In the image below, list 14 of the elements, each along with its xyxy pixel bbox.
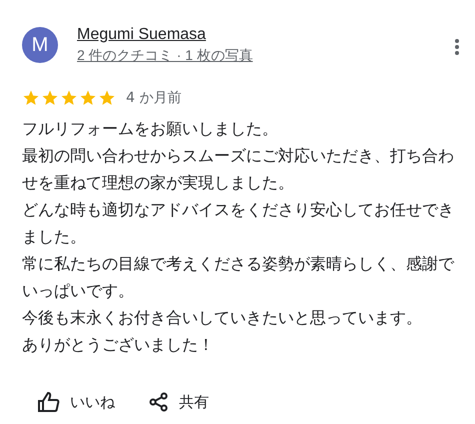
review-text: フルリフォームをお願いしました。 xyxy=(22,118,279,140)
review-text: 最初の問い合わせからスムーズにご対応いただき、打ち合わせを重ねて理想の家が実現しました。 xyxy=(22,145,455,194)
review-text: 今後も末永くお付き合いしていきたいと思っています。 xyxy=(22,307,423,329)
share-button[interactable]: 共有 xyxy=(147,388,211,416)
share-icon xyxy=(149,392,169,412)
review-text: ありがとうございました！ xyxy=(22,334,215,356)
review-date: 4 か月前 xyxy=(126,89,182,107)
thumbs-up-icon xyxy=(38,392,60,412)
avatar[interactable]: M xyxy=(22,27,58,63)
review-text: 常に私たちの目線で考えくださる姿勢が素晴らしく、感謝でいっぱいです。 xyxy=(22,253,456,302)
review-text: どんな時も適切なアドバイスをくださり安心してお任せできました。 xyxy=(22,199,455,248)
like-button[interactable]: いいね xyxy=(36,388,117,416)
author-link[interactable]: Megumi Suemasa xyxy=(77,25,455,45)
review-count-link[interactable]: 2 件のクチコミ · 1 枚の写真 xyxy=(77,45,455,65)
